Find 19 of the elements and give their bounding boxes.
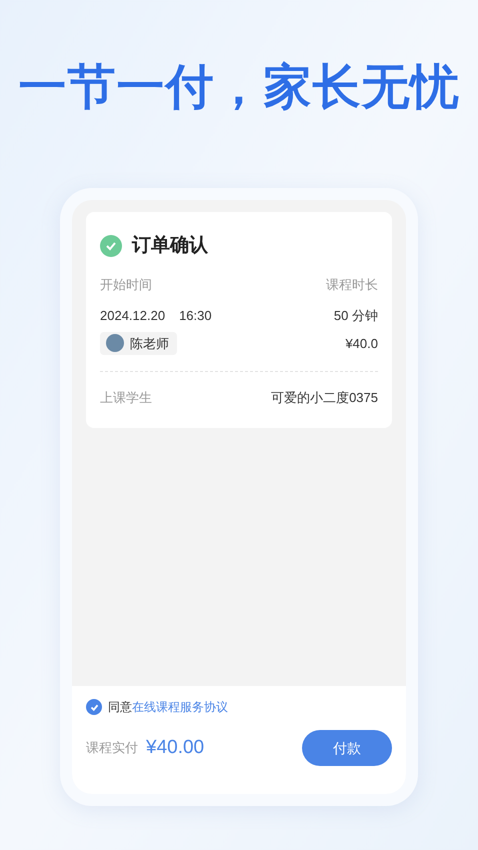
paid-label: 课程实付	[86, 739, 138, 758]
agreement-link[interactable]: 在线课程服务协议	[132, 700, 228, 714]
teacher-name: 陈老师	[130, 334, 169, 352]
agree-text: 同意在线课程服务协议	[108, 699, 228, 716]
paid-amount: ¥40.00	[146, 736, 204, 760]
time-text: 16:30	[179, 307, 212, 325]
student-name: 可爱的小二度0375	[271, 389, 378, 407]
duration-text: 50 分钟	[334, 307, 378, 325]
pay-button[interactable]: 付款	[302, 730, 392, 766]
start-time-label: 开始时间	[100, 276, 152, 294]
checkmark-icon	[90, 702, 98, 712]
order-title: 订单确认	[132, 234, 208, 258]
date-text: 2024.12.20	[100, 307, 166, 325]
headline: 一节一付，家长无忧	[18, 60, 460, 116]
avatar-icon	[106, 334, 124, 352]
duration-label: 课程时长	[326, 276, 378, 294]
agree-checkbox[interactable]	[86, 699, 102, 715]
price-text: ¥40.0	[345, 334, 378, 352]
student-label: 上课学生	[100, 389, 152, 407]
